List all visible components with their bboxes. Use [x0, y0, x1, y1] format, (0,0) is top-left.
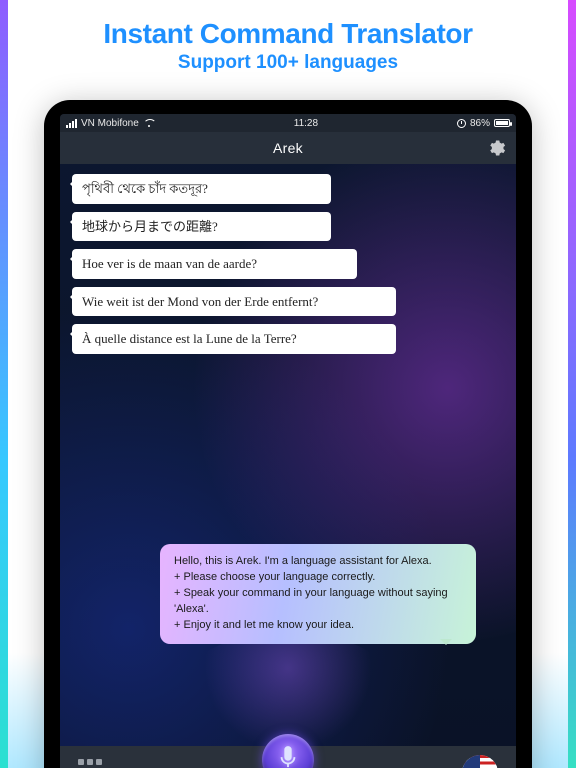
language-flag-button[interactable]: [462, 755, 498, 768]
promo-right-edge: [568, 0, 576, 768]
app-screen: VN Mobifone 11:28 86% Arek পৃথিবী থেকে চ…: [60, 114, 516, 768]
message-list: পৃথিবী থেকে চাঁদ কতদূর? 地球から月までの距離? Hoe …: [60, 164, 516, 354]
answer-line: Hello, this is Arek. I'm a language assi…: [174, 554, 462, 570]
tablet-frame: VN Mobifone 11:28 86% Arek পৃথিবী থেকে চ…: [44, 100, 532, 768]
message-bubble: 地球から月までの距離?: [72, 212, 331, 242]
message-bubble: Wie weit ist der Mond von der Erde entfe…: [72, 287, 396, 317]
signal-icon: [66, 119, 77, 128]
app-header: Arek: [60, 132, 516, 164]
apps-grid-button[interactable]: [78, 759, 106, 768]
promo-title: Instant Command Translator: [0, 0, 576, 50]
wifi-icon: [143, 119, 155, 128]
answer-line: + Enjoy it and let me know your idea.: [174, 618, 462, 634]
settings-button[interactable]: [486, 138, 506, 158]
message-bubble: À quelle distance est la Lune de la Terr…: [72, 324, 396, 354]
clock-label: 11:28: [294, 118, 318, 129]
message-bubble: Hoe ver is de maan van de aarde?: [72, 249, 357, 279]
gear-icon: [486, 145, 506, 161]
promo-left-edge: [0, 0, 8, 768]
battery-icon: [494, 119, 510, 127]
promo-subtitle: Support 100+ languages: [0, 52, 576, 74]
carrier-label: VN Mobifone: [81, 118, 139, 129]
status-bar: VN Mobifone 11:28 86%: [60, 114, 516, 132]
mic-button[interactable]: [262, 734, 314, 768]
battery-pct: 86%: [470, 118, 490, 129]
page-title: Arek: [273, 140, 303, 156]
mic-icon: [277, 745, 299, 768]
assistant-answer: Hello, this is Arek. I'm a language assi…: [160, 544, 476, 644]
answer-line: + Please choose your language correctly.: [174, 570, 462, 586]
message-bubble: পৃথিবী থেকে চাঁদ কতদূর?: [72, 174, 331, 204]
alarm-icon: [457, 119, 466, 128]
bottom-bar: [60, 746, 516, 768]
answer-line: + Speak your command in your language wi…: [174, 586, 462, 618]
